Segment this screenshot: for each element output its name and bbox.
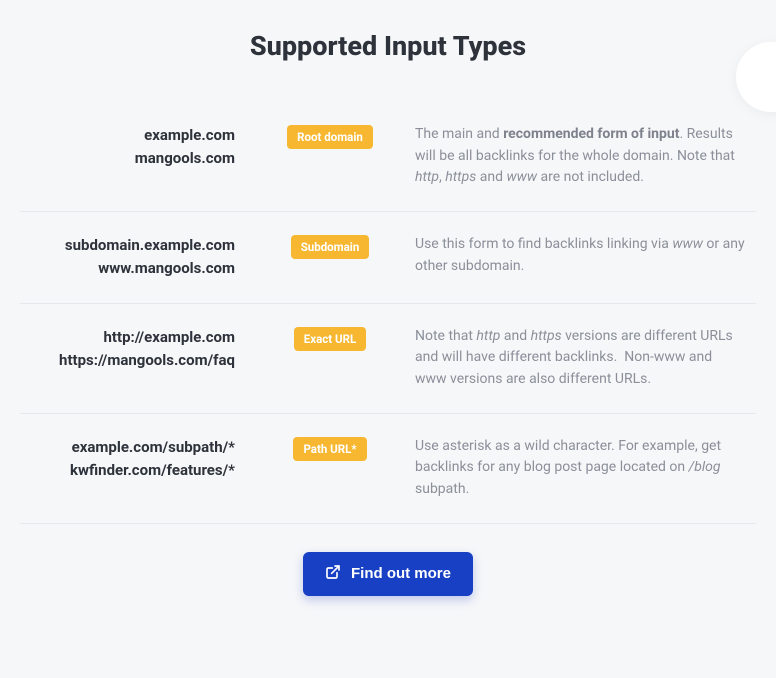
type-badge: Exact URL bbox=[294, 327, 366, 351]
button-wrap: Find out more bbox=[20, 552, 756, 596]
button-label: Find out more bbox=[351, 565, 451, 582]
example-text: https://mangools.com/faq bbox=[20, 349, 235, 372]
example-text: kwfinder.com/features/* bbox=[20, 459, 235, 482]
example-cell: example.com/subpath/* kwfinder.com/featu… bbox=[20, 436, 255, 483]
type-badge: Subdomain bbox=[291, 235, 370, 259]
page-container: Supported Input Types example.com mangoo… bbox=[0, 30, 776, 596]
example-cell: subdomain.example.com www.mangools.com bbox=[20, 234, 255, 281]
example-text: example.com/subpath/* bbox=[20, 436, 235, 459]
table-row: example.com/subpath/* kwfinder.com/featu… bbox=[20, 414, 756, 524]
example-text: example.com bbox=[20, 124, 235, 147]
example-text: www.mangools.com bbox=[20, 257, 235, 280]
example-text: http://example.com bbox=[20, 326, 235, 349]
description-cell: Note that http and https versions are di… bbox=[405, 326, 756, 391]
description-cell: The main and recommended form of input. … bbox=[405, 124, 756, 189]
badge-cell: Subdomain bbox=[255, 234, 405, 259]
badge-cell: Root domain bbox=[255, 124, 405, 149]
example-cell: http://example.com https://mangools.com/… bbox=[20, 326, 255, 373]
badge-cell: Exact URL bbox=[255, 326, 405, 351]
example-cell: example.com mangools.com bbox=[20, 124, 255, 171]
table-row: subdomain.example.com www.mangools.com S… bbox=[20, 212, 756, 304]
type-badge: Path URL* bbox=[293, 437, 366, 461]
external-link-icon bbox=[325, 564, 341, 584]
table-row: http://example.com https://mangools.com/… bbox=[20, 304, 756, 414]
type-badge: Root domain bbox=[287, 125, 373, 149]
description-cell: Use this form to find backlinks linking … bbox=[405, 234, 756, 277]
description-cell: Use asterisk as a wild character. For ex… bbox=[405, 436, 756, 501]
badge-cell: Path URL* bbox=[255, 436, 405, 461]
example-text: subdomain.example.com bbox=[20, 234, 235, 257]
page-title: Supported Input Types bbox=[20, 30, 756, 62]
table-row: example.com mangools.com Root domain The… bbox=[20, 102, 756, 212]
find-out-more-button[interactable]: Find out more bbox=[303, 552, 473, 596]
example-text: mangools.com bbox=[20, 147, 235, 170]
